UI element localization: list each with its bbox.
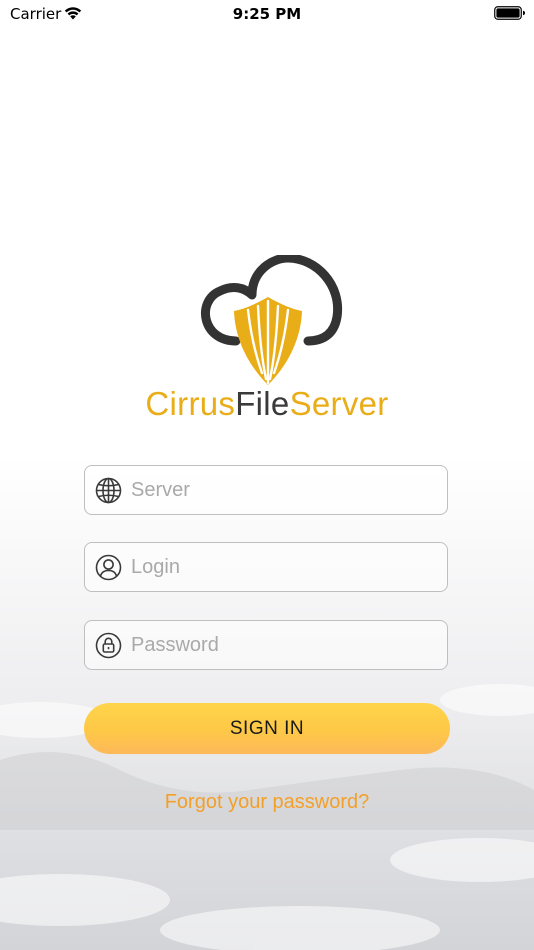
clock: 9:25 PM [232, 5, 302, 23]
status-bar: Carrier 9:25 PM [0, 0, 534, 28]
app-name-part-1: Cirrus [145, 385, 236, 422]
server-field[interactable] [84, 465, 448, 515]
sign-in-button[interactable]: SIGN IN [84, 703, 450, 754]
lock-icon [95, 632, 122, 659]
server-input[interactable] [131, 466, 431, 514]
password-input[interactable] [131, 621, 431, 669]
forgot-password-link[interactable]: Forgot your password? [0, 791, 534, 814]
globe-icon [95, 477, 122, 504]
login-field[interactable] [84, 542, 448, 592]
password-field[interactable] [84, 620, 448, 670]
battery-icon [494, 6, 525, 20]
cloud-shield-logo [201, 255, 343, 385]
login-input[interactable] [131, 543, 431, 591]
user-icon [95, 554, 122, 581]
app-name-part-3: Server [289, 385, 389, 422]
app-name-part-2: File [235, 385, 290, 422]
app-name: CirrusFileServer [0, 385, 534, 423]
